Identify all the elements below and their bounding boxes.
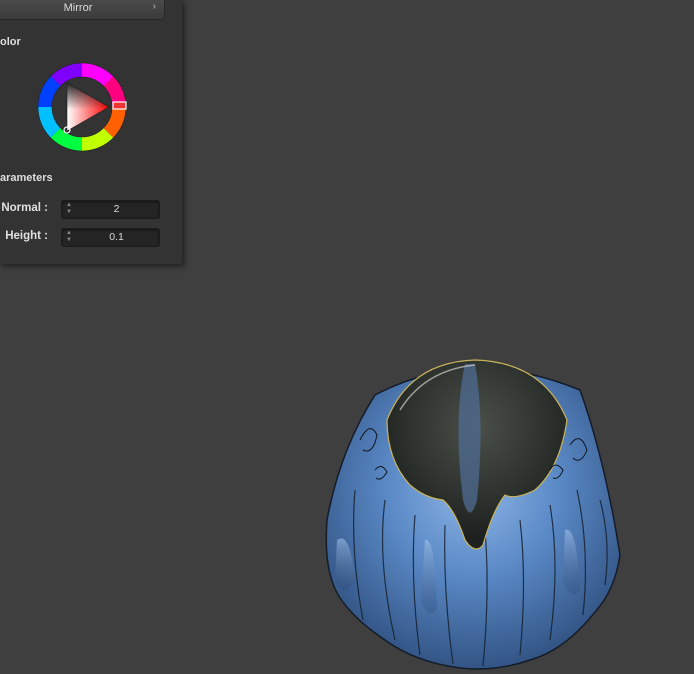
mirror-label: Mirror	[63, 2, 93, 14]
draped-mesh-render	[325, 359, 621, 670]
normal-label: Normal :	[1, 202, 48, 214]
color-section-title: olor	[0, 36, 21, 48]
normal-stepper[interactable]: ▲ ▼ 2	[61, 200, 160, 219]
height-stepper[interactable]: ▲ ▼ 0.1	[61, 228, 160, 247]
parameters-section-title: arameters	[0, 172, 53, 184]
hue-marker[interactable]	[112, 101, 127, 110]
color-wheel-picker[interactable]	[35, 61, 129, 153]
mirror-dropdown[interactable]: Mirror ›	[0, 0, 165, 20]
spin-arrows-icon[interactable]: ▲ ▼	[65, 202, 73, 217]
chevron-right-icon: ›	[152, 1, 156, 12]
height-value: 0.1	[109, 231, 124, 243]
spin-arrows-icon[interactable]: ▲ ▼	[65, 230, 73, 245]
height-label: Height :	[5, 230, 48, 242]
normal-value: 2	[113, 203, 120, 215]
material-panel: Mirror › olor arameters Normal: ▲ ▼ 2 H…	[0, 0, 182, 264]
